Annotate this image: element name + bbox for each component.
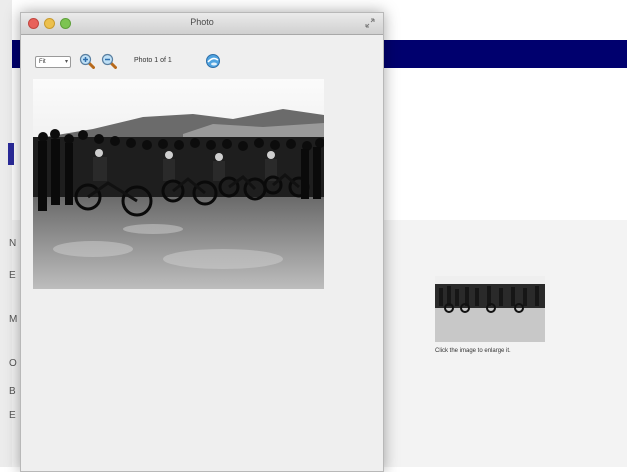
zoom-in-icon[interactable] bbox=[79, 53, 95, 69]
photo-window: Photo Fit ▾ Photo 1 of 1 bbox=[20, 12, 384, 472]
photo-count: Photo 1 of 1 bbox=[134, 57, 172, 64]
background-side-letter: E bbox=[9, 270, 16, 281]
chevron-down-icon: ▾ bbox=[64, 59, 68, 65]
photo-image[interactable] bbox=[33, 79, 324, 289]
motorcycle-photo bbox=[33, 79, 324, 289]
zoom-select[interactable]: Fit ▾ bbox=[35, 56, 71, 68]
background-side-letter: N bbox=[9, 238, 17, 249]
window-titlebar[interactable]: Photo bbox=[21, 13, 383, 35]
thumbnail-caption: Click the image to enlarge it. bbox=[435, 348, 511, 354]
background-side-letter: E bbox=[9, 410, 16, 421]
zoom-out-icon[interactable] bbox=[101, 53, 117, 69]
photo-toolbar: Fit ▾ Photo 1 of 1 bbox=[21, 51, 383, 73]
photo-thumbnail[interactable] bbox=[435, 276, 545, 342]
background-side-letter: B bbox=[9, 386, 16, 397]
background-nav-tab[interactable] bbox=[8, 143, 14, 165]
background-side-letter: M bbox=[9, 314, 18, 325]
background-side-letter: O bbox=[9, 358, 17, 369]
zoom-select-value: Fit bbox=[39, 59, 46, 65]
thumbnail-image bbox=[435, 276, 545, 342]
window-title: Photo bbox=[190, 17, 214, 27]
fullscreen-icon[interactable] bbox=[365, 18, 375, 28]
export-icon[interactable] bbox=[205, 53, 221, 69]
